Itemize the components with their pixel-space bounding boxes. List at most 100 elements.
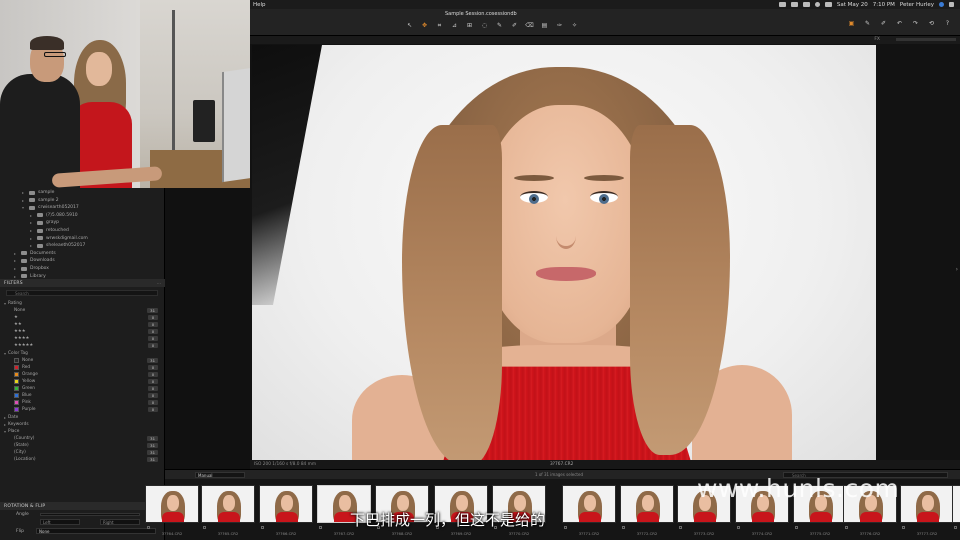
folder-item[interactable]: ▸ Downloads <box>14 257 55 264</box>
portrait-image[interactable] <box>252 45 876 460</box>
folder-item[interactable]: ▸ retouched <box>30 227 69 234</box>
rotate-left-button[interactable]: Left <box>40 519 80 525</box>
folder-item[interactable]: ▸ wrwskdigmail.com <box>30 235 88 242</box>
sort-select[interactable]: Manual <box>195 472 245 478</box>
magic-icon[interactable]: ✧ <box>570 22 579 29</box>
rotation-header[interactable]: ROTATION & FLIP ? ⋯ <box>0 502 165 510</box>
chevron-right-icon[interactable]: ▸ <box>30 220 34 225</box>
chevron-right-icon[interactable]: ▸ <box>14 251 18 256</box>
filter-row[interactable]: Pink 0 <box>14 399 158 406</box>
menu-date[interactable]: Sat May 20 <box>837 2 868 8</box>
help-icon[interactable]: ? <box>943 20 952 27</box>
filter-row[interactable]: ★ 0 <box>14 314 158 321</box>
pan-icon[interactable]: ✥ <box>420 22 429 29</box>
filters-header[interactable]: FILTERS ⋯ <box>0 279 165 287</box>
filter-row[interactable]: (Country) 31 <box>14 435 158 442</box>
menu-user[interactable]: Peter Hurley <box>900 2 934 8</box>
filter-row[interactable]: ★★★ 0 <box>14 328 158 335</box>
keystone-icon[interactable]: ⊞ <box>465 22 474 29</box>
filter-row[interactable]: Green 0 <box>14 385 158 392</box>
filter-row[interactable]: Orange 0 <box>14 371 158 378</box>
thumbnail-checkbox[interactable] <box>203 526 206 529</box>
notification-icon[interactable] <box>949 2 954 7</box>
folder-item[interactable]: ▸ sheleaeth052017 <box>30 242 85 249</box>
chevron-down-icon[interactable]: ▾ <box>22 205 26 210</box>
chevron-right-icon[interactable]: ▸ <box>30 243 34 248</box>
place-group[interactable]: ▾ Place <box>4 428 156 435</box>
copy-adjust-icon[interactable]: ▣ <box>847 20 856 27</box>
chevron-right-icon[interactable]: ▸ <box>14 258 18 263</box>
folder-item[interactable]: ▸ Dropbox <box>14 265 49 272</box>
panel-menu-icon[interactable]: ⋯ <box>157 281 161 286</box>
chevron-right-icon[interactable]: ▸ <box>30 228 34 233</box>
spot-icon[interactable]: ◌ <box>480 22 489 29</box>
folder-item[interactable]: ▸ sample 2 <box>22 197 59 204</box>
folder-item[interactable]: ▸ sample <box>22 189 54 196</box>
thumbnail-checkbox[interactable] <box>902 526 905 529</box>
thumbnail-checkbox[interactable] <box>319 526 322 529</box>
status-icon[interactable] <box>790 2 798 7</box>
rotate-right-button[interactable]: Right <box>100 519 140 525</box>
filmstrip-thumbnail[interactable] <box>900 485 954 523</box>
filter-row[interactable]: (State) 31 <box>14 442 158 449</box>
chevron-right-icon[interactable]: ▸ <box>22 190 26 195</box>
filter-row[interactable]: Purple 0 <box>14 406 158 413</box>
redo-icon[interactable]: ↷ <box>911 20 920 27</box>
thumbnail-checkbox[interactable] <box>679 526 682 529</box>
zoom-slider[interactable] <box>896 38 956 41</box>
folder-item[interactable]: ▸ grayp <box>30 219 59 226</box>
picker-icon[interactable]: ✑ <box>555 22 564 29</box>
chevron-right-icon[interactable]: ▸ <box>30 213 34 218</box>
filter-row[interactable]: (Location) 31 <box>14 456 158 463</box>
filter-row[interactable]: Blue 0 <box>14 392 158 399</box>
filmstrip-thumbnail[interactable] <box>201 485 255 523</box>
straighten-icon[interactable]: ⊿ <box>450 22 459 29</box>
chevron-right-icon[interactable]: ▸ <box>22 198 26 203</box>
folder-item[interactable]: ▸ Documents <box>14 250 56 257</box>
chevron-right-icon[interactable]: ▸ <box>14 266 18 271</box>
filmstrip-thumbnail[interactable] <box>952 485 960 523</box>
chevron-right-icon[interactable]: ▸ <box>30 236 34 241</box>
filter-row[interactable]: None 31 <box>14 307 158 314</box>
angle-slider[interactable] <box>40 513 140 516</box>
thumbnail-checkbox[interactable] <box>737 526 740 529</box>
thumbnail-checkbox[interactable] <box>795 526 798 529</box>
color-tag-group[interactable]: ▾ Color Tag <box>4 350 156 357</box>
gradient-icon[interactable]: ▤ <box>540 22 549 29</box>
crop-icon[interactable]: ⌗ <box>435 22 444 29</box>
annotate-icon[interactable]: ✎ <box>495 22 504 29</box>
filter-row[interactable]: (City) 31 <box>14 449 158 456</box>
undo-icon[interactable]: ↶ <box>895 20 904 27</box>
thumbnail-checkbox[interactable] <box>564 526 567 529</box>
flip-select[interactable]: None <box>36 528 156 534</box>
eraser-icon[interactable]: ⌫ <box>525 22 534 29</box>
thumbnail-checkbox[interactable] <box>845 526 848 529</box>
pick-icon[interactable]: ✐ <box>879 20 888 27</box>
filmstrip-thumbnail[interactable] <box>145 485 199 523</box>
filmstrip-thumbnail[interactable] <box>620 485 674 523</box>
filmstrip-thumbnail[interactable] <box>562 485 616 523</box>
filter-row[interactable]: ★★★★★ 0 <box>14 342 158 349</box>
battery-icon[interactable] <box>824 2 832 7</box>
menu-help[interactable]: Help <box>253 2 266 8</box>
thumbnail-checkbox[interactable] <box>954 526 957 529</box>
folder-item[interactable]: ▸ (?)5.080.5910 <box>30 212 78 219</box>
keywords-group[interactable]: ▸ Keywords <box>4 421 156 428</box>
filter-row[interactable]: Red 0 <box>14 364 158 371</box>
search-icon[interactable] <box>939 2 944 7</box>
filter-row[interactable]: ★★ 0 <box>14 321 158 328</box>
reset-icon[interactable]: ⟲ <box>927 20 936 27</box>
chevron-right-icon[interactable]: › <box>956 266 958 273</box>
select-cursor-icon[interactable]: ↖ <box>405 22 414 29</box>
status-icon[interactable] <box>802 2 810 7</box>
folder-item[interactable]: ▾ crwisearth052017 <box>22 204 79 211</box>
filters-search-input[interactable]: Search <box>6 290 158 296</box>
date-group[interactable]: ▸ Date <box>4 414 156 421</box>
brush-icon[interactable]: ✐ <box>510 22 519 29</box>
wifi-icon[interactable] <box>814 2 820 7</box>
filter-row[interactable]: Yellow 0 <box>14 378 158 385</box>
thumbnail-checkbox[interactable] <box>147 526 150 529</box>
filter-row[interactable]: None 31 <box>14 357 158 364</box>
rating-group[interactable]: ▾ Rating <box>4 300 156 307</box>
thumbnail-checkbox[interactable] <box>261 526 264 529</box>
